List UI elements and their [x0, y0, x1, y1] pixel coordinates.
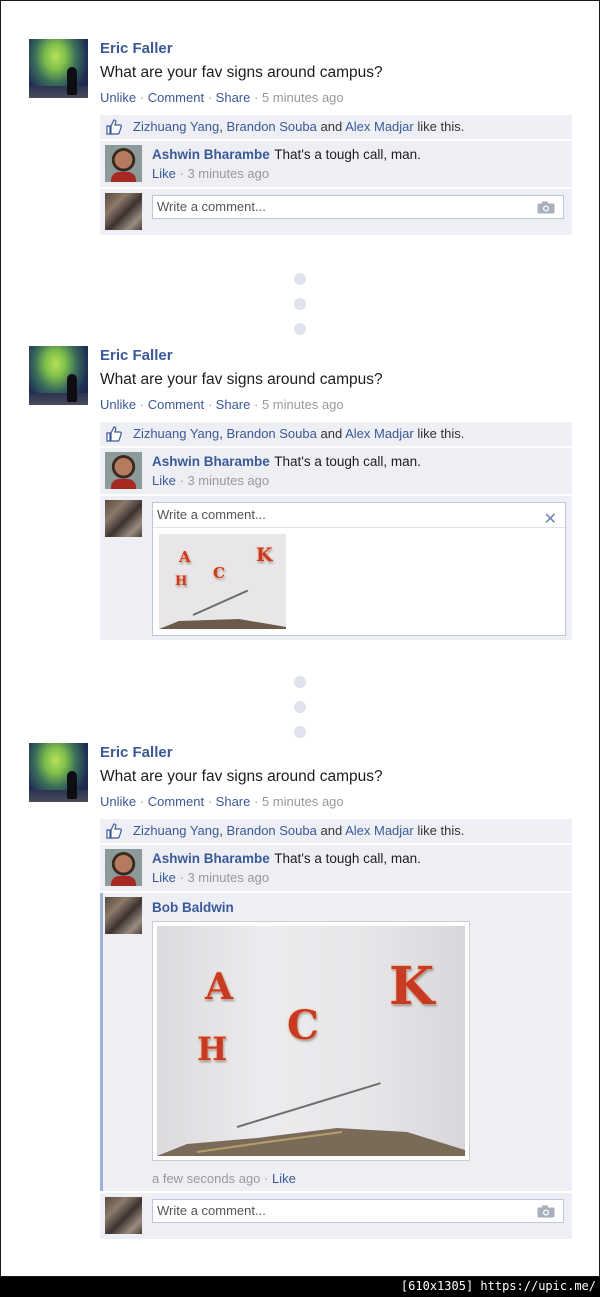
liker-link[interactable]: Brandon Souba [227, 119, 317, 134]
comment: Ashwin Bharambe That's a tough call, man… [100, 448, 572, 494]
liker-link[interactable]: Zizhuang Yang [133, 823, 219, 838]
comment-link[interactable]: Comment [148, 397, 204, 412]
liker-link[interactable]: Alex Madjar [345, 119, 414, 134]
screenshot-frame: Eric Faller What are your fav signs arou… [0, 0, 600, 1277]
camera-icon[interactable] [537, 201, 555, 214]
sign-letter: K [256, 544, 273, 566]
thumbs-up-icon [106, 823, 122, 839]
separator-dot [294, 323, 306, 335]
comment-timestamp: 3 minutes ago [187, 473, 270, 488]
thumbs-up-icon [106, 119, 122, 135]
viewer-avatar [105, 193, 142, 230]
post-author[interactable]: Eric Faller [100, 347, 173, 364]
post-status-text: What are your fav signs around campus? [100, 64, 383, 81]
post-actions: Unlike · Comment · Share · 5 minutes ago [100, 794, 344, 809]
sign-letter: A [205, 966, 233, 1008]
stair-rail [192, 589, 249, 616]
post-timestamp[interactable]: 5 minutes ago [262, 90, 344, 105]
image-host-footer: [610x1305] https://upic.me/ [0, 1277, 600, 1297]
commenter-avatar[interactable] [105, 145, 142, 182]
commenter-name[interactable]: Ashwin Bharambe [152, 454, 270, 469]
comment-link[interactable]: Comment [148, 90, 204, 105]
comment: Ashwin Bharambe That's a tough call, man… [100, 141, 572, 187]
post-status-text: What are your fav signs around campus? [100, 768, 383, 785]
viewer-avatar [105, 1197, 142, 1234]
footer-text: [610x1305] https://upic.me/ [400, 1279, 596, 1293]
post-actions: Unlike · Comment · Share · 5 minutes ago [100, 397, 344, 412]
commenter-avatar[interactable] [105, 897, 142, 934]
write-comment-input[interactable]: Write a comment... [153, 503, 565, 528]
separator-dot [294, 273, 306, 285]
liker-link[interactable]: Alex Madjar [345, 426, 414, 441]
author-avatar[interactable] [29, 743, 88, 802]
unlike-link[interactable]: Unlike [100, 397, 136, 412]
write-comment-row: Write a comment... [100, 189, 572, 235]
post-timestamp[interactable]: 5 minutes ago [262, 794, 344, 809]
commenter-name[interactable]: Ashwin Bharambe [152, 851, 270, 866]
commenter-name[interactable]: Bob Baldwin [152, 900, 234, 915]
commenter-name[interactable]: Ashwin Bharambe [152, 147, 270, 162]
share-link[interactable]: Share [216, 397, 251, 412]
separator-dot [294, 701, 306, 713]
likes-row: Zizhuang Yang, Brandon Souba and Alex Ma… [100, 819, 572, 843]
separator-dot [294, 726, 306, 738]
liker-link[interactable]: Zizhuang Yang [133, 119, 219, 134]
write-comment-row: Write a comment... [100, 1193, 572, 1239]
comment-photo-frame[interactable]: A K H C [152, 921, 470, 1161]
write-comment-input-with-photo[interactable]: Write a comment... ✕ A K H C [152, 502, 566, 636]
sign-letter: A [179, 548, 191, 566]
comment-like-link[interactable]: Like [152, 473, 176, 488]
comment-like-link[interactable]: Like [152, 166, 176, 181]
comment-timestamp: 3 minutes ago [187, 166, 270, 181]
write-comment-input[interactable]: Write a comment... [152, 1199, 564, 1223]
liker-link[interactable]: Brandon Souba [227, 426, 317, 441]
comment-like-link[interactable]: Like [152, 870, 176, 885]
write-comment-input[interactable]: Write a comment... [152, 195, 564, 219]
likes-row: Zizhuang Yang, Brandon Souba and Alex Ma… [100, 422, 572, 446]
post-status-text: What are your fav signs around campus? [100, 371, 383, 388]
post-author[interactable]: Eric Faller [100, 40, 173, 57]
commenter-avatar[interactable] [105, 849, 142, 886]
comment-like-link[interactable]: Like [272, 1171, 296, 1186]
sign-letter: H [175, 574, 188, 589]
photo-comment: Bob Baldwin A K H C a few seconds ago · … [100, 893, 572, 1191]
stairs-graphic [157, 1128, 465, 1156]
share-link[interactable]: Share [216, 794, 251, 809]
thumbs-up-icon [106, 426, 122, 442]
comment-timestamp: 3 minutes ago [187, 870, 270, 885]
write-comment-row: Write a comment... ✕ A K H C [100, 496, 572, 640]
author-avatar[interactable] [29, 346, 88, 405]
unlike-link[interactable]: Unlike [100, 90, 136, 105]
comment-timestamp: a few seconds ago [152, 1171, 261, 1186]
attached-photo-thumbnail[interactable]: A K H C [159, 534, 286, 629]
post-actions: Unlike · Comment · Share · 5 minutes ago [100, 90, 344, 105]
stairs-graphic [159, 619, 286, 629]
camera-icon[interactable] [537, 1205, 555, 1218]
author-avatar[interactable] [29, 39, 88, 98]
liker-link[interactable]: Zizhuang Yang [133, 426, 219, 441]
liker-link[interactable]: Brandon Souba [227, 823, 317, 838]
share-link[interactable]: Share [216, 90, 251, 105]
commenter-avatar[interactable] [105, 452, 142, 489]
sign-letter: K [389, 956, 435, 1017]
separator-dot [294, 298, 306, 310]
remove-attachment-icon[interactable]: ✕ [544, 509, 557, 529]
liker-link[interactable]: Alex Madjar [345, 823, 414, 838]
viewer-avatar [105, 500, 142, 537]
sign-letter: C [213, 564, 225, 582]
separator-dot [294, 676, 306, 688]
comment-photo[interactable]: A K H C [157, 926, 465, 1156]
unlike-link[interactable]: Unlike [100, 794, 136, 809]
comment: Ashwin Bharambe That's a tough call, man… [100, 845, 572, 891]
sign-letter: H [197, 1030, 228, 1068]
comment-text: That's a tough call, man. [274, 851, 421, 866]
likes-row: Zizhuang Yang, Brandon Souba and Alex Ma… [100, 115, 572, 139]
post-author[interactable]: Eric Faller [100, 744, 173, 761]
post-timestamp[interactable]: 5 minutes ago [262, 397, 344, 412]
new-comment-highlight-bar [100, 893, 103, 1191]
comment-text: That's a tough call, man. [274, 454, 421, 469]
comment-link[interactable]: Comment [148, 794, 204, 809]
comment-text: That's a tough call, man. [274, 147, 421, 162]
sign-letter: C [287, 1002, 319, 1049]
